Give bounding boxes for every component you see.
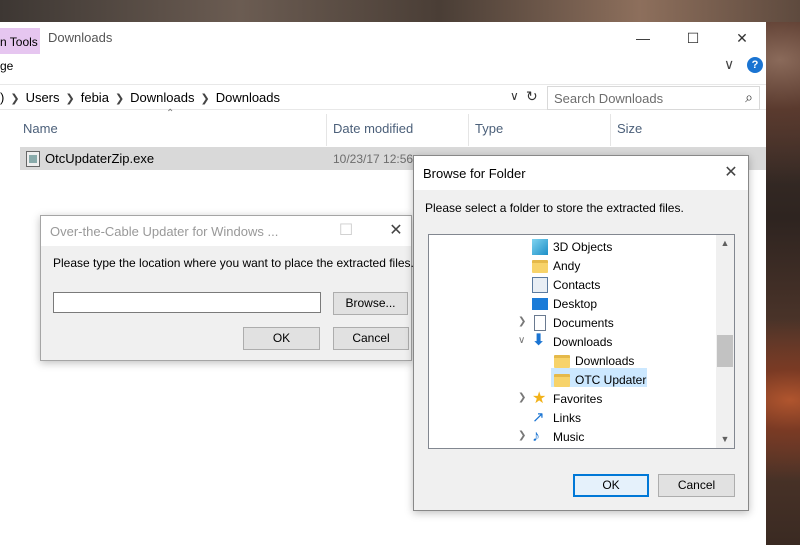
refresh-button[interactable]: ↻ — [526, 88, 538, 105]
column-date-modified[interactable]: Date modified — [333, 121, 413, 147]
contextual-tab-application-tools[interactable]: n Tools — [0, 28, 40, 56]
tree-item-label: Links — [553, 411, 582, 425]
close-button[interactable]: ✕ — [381, 220, 411, 240]
breadcrumb-downloads[interactable]: Downloads — [130, 90, 194, 105]
address-bar-row: ) ❯ Users ❯ febia ❯ Downloads ❯ Downloads ∨ ↻ Se… — [0, 84, 766, 110]
chevron-right-icon[interactable]: ❯ — [518, 392, 530, 403]
sort-up-icon: ⌃ — [166, 108, 175, 119]
help-icon[interactable]: ? — [747, 57, 763, 73]
close-icon: ✕ — [736, 30, 748, 46]
minimize-icon: — — [636, 30, 650, 46]
chevron-down-icon[interactable]: ∨ — [518, 335, 530, 346]
column-type[interactable]: Type — [475, 121, 503, 147]
ribbon-tab-manage[interactable]: ge — [0, 59, 13, 73]
tree-item-label: 3D Objects — [553, 240, 613, 254]
ok-button[interactable]: OK — [573, 474, 649, 497]
refresh-icon: ↻ — [526, 88, 538, 104]
explorer-titlebar: n Tools Downloads — ☐ ✕ — [0, 22, 766, 56]
breadcrumb-overflow[interactable]: ) — [0, 90, 4, 105]
chevron-right-icon: ❯ — [114, 93, 125, 105]
ok-button[interactable]: OK — [243, 327, 320, 350]
ribbon: ge ∨ ? — [0, 54, 766, 78]
chevron-down-icon: ∨ — [724, 56, 735, 72]
chevron-down-icon: ∨ — [510, 89, 519, 103]
browse-button[interactable]: Browse... — [333, 292, 408, 315]
tree-item-label: Music — [553, 430, 585, 444]
file-date: 10/23/17 12:56 — [333, 152, 414, 166]
desktop-strip — [0, 0, 800, 22]
maximize-icon: ☐ — [338, 222, 354, 239]
star-icon: ★ — [532, 390, 547, 407]
user-folder-icon — [532, 260, 548, 273]
chevron-right-icon: ❯ — [65, 93, 75, 105]
folder-tree[interactable]: 3D Objects Andy Contacts Desktop ❯ Docum… — [428, 234, 735, 449]
browse-folder-dialog: Browse for Folder ✕ Please select a fold… — [413, 155, 749, 511]
close-button[interactable]: ✕ — [719, 26, 765, 50]
scroll-down-button[interactable]: ▼ — [716, 431, 734, 448]
browse-dialog-title: Browse for Folder — [423, 166, 526, 181]
column-divider[interactable] — [610, 114, 611, 146]
tree-item-label: Andy — [553, 259, 581, 273]
browse-message: Please select a folder to store the extr… — [425, 201, 684, 215]
folder-icon — [554, 355, 570, 368]
search-icon[interactable]: ⌕ — [745, 89, 753, 106]
breadcrumb-downloads-current[interactable]: Downloads — [216, 90, 280, 105]
breadcrumb[interactable]: ) ❯ Users ❯ febia ❯ Downloads ❯ Downloads — [0, 87, 543, 109]
tree-item-label: Downloads — [575, 354, 635, 368]
contacts-icon — [532, 277, 548, 293]
updater-dialog-titlebar: Over-the-Cable Updater for Windows ... ☐… — [41, 216, 411, 246]
cancel-button[interactable]: Cancel — [333, 327, 409, 350]
breadcrumb-febia[interactable]: febia — [81, 90, 109, 105]
column-size[interactable]: Size — [617, 121, 642, 147]
column-name[interactable]: Name — [23, 121, 58, 147]
maximize-icon: ☐ — [686, 30, 700, 46]
folder-icon — [554, 374, 570, 387]
close-button[interactable]: ✕ — [716, 162, 746, 182]
ribbon-expand-button[interactable]: ∨ — [724, 56, 734, 73]
updater-dialog-title: Over-the-Cable Updater for Windows ... — [50, 224, 279, 239]
column-divider[interactable] — [468, 114, 469, 146]
desktop-icon — [532, 298, 548, 310]
chevron-right-icon[interactable]: ❯ — [518, 430, 530, 441]
maximize-button[interactable]: ☐ — [670, 26, 716, 50]
browse-dialog-titlebar: Browse for Folder ✕ — [414, 156, 748, 190]
tree-item-label: OTC Updater — [575, 373, 647, 387]
address-dropdown-button[interactable]: ∨ — [510, 89, 519, 103]
column-divider[interactable] — [326, 114, 327, 146]
maximize-button: ☐ — [331, 220, 361, 240]
links-icon: ↗ — [532, 409, 545, 426]
cancel-button[interactable]: Cancel — [658, 474, 735, 497]
tree-item-label: Contacts — [553, 278, 601, 292]
breadcrumb-users[interactable]: Users — [26, 90, 60, 105]
window-title: Downloads — [48, 30, 113, 45]
documents-icon — [534, 315, 546, 331]
tree-item-label: Favorites — [553, 392, 603, 406]
tree-item-label: Documents — [553, 316, 614, 330]
scroll-thumb[interactable] — [717, 335, 733, 367]
search-placeholder: Search Downloads — [554, 91, 664, 106]
extract-path-input[interactable] — [53, 292, 321, 313]
close-icon: ✕ — [724, 164, 738, 181]
chevron-right-icon[interactable]: ❯ — [518, 316, 530, 327]
updater-message: Please type the location where you want … — [53, 256, 414, 270]
tree-item-label: Downloads — [553, 335, 613, 349]
scroll-up-button[interactable]: ▲ — [716, 235, 734, 252]
chevron-right-icon: ❯ — [200, 93, 210, 105]
tree-scrollbar[interactable]: ▲ ▼ — [716, 235, 734, 448]
downloads-icon: ⬇ — [532, 332, 546, 349]
minimize-button[interactable]: — — [620, 26, 666, 50]
file-name: OtcUpdaterZip.exe — [45, 151, 155, 166]
cube-icon — [532, 239, 548, 255]
exe-file-icon — [26, 151, 40, 167]
updater-dialog: Over-the-Cable Updater for Windows ... ☐… — [40, 215, 414, 361]
music-icon: ♪ — [532, 428, 540, 445]
close-icon: ✕ — [389, 222, 403, 239]
chevron-right-icon: ❯ — [10, 93, 20, 105]
search-input[interactable]: Search Downloads ⌕ — [547, 86, 760, 110]
tree-item-label: Desktop — [553, 297, 598, 311]
